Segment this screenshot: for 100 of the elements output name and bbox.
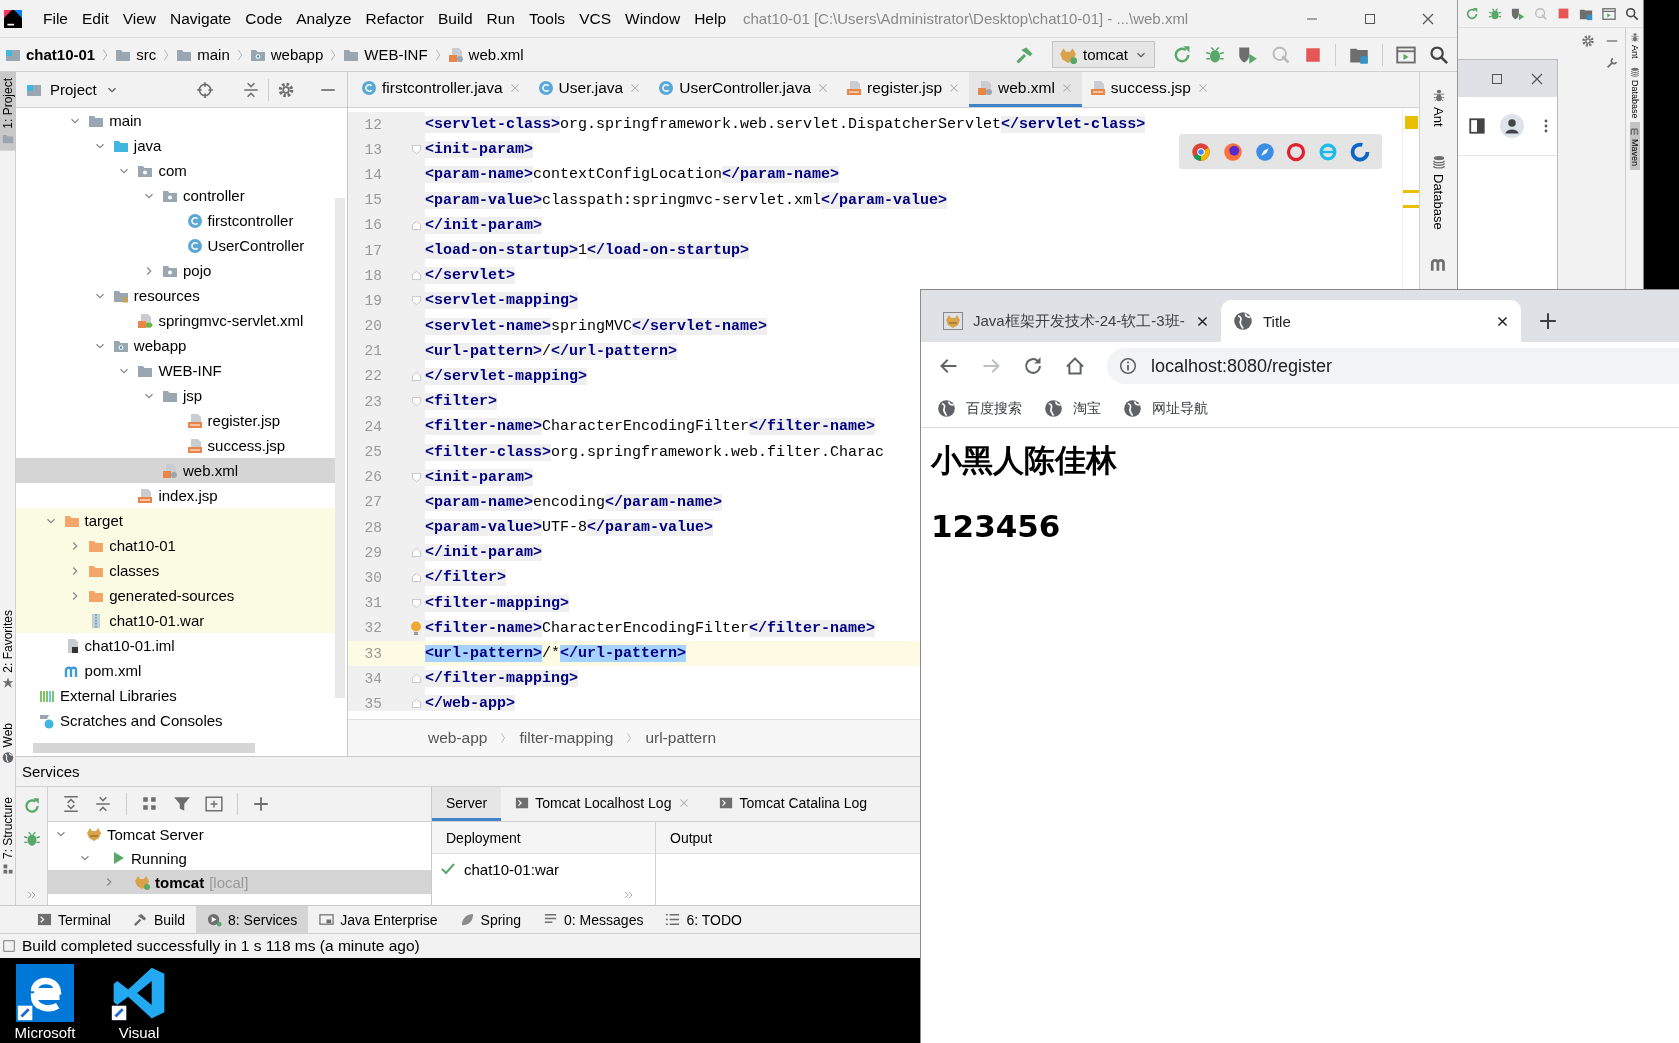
- bookmark[interactable]: 淘宝: [1044, 399, 1101, 418]
- tree-item[interactable]: classes: [16, 558, 335, 583]
- tool-window-tab[interactable]: Web: [0, 716, 16, 769]
- browser-tab[interactable]: Java框架开发技术-24-软工-3班-: [931, 300, 1221, 342]
- tree-item[interactable]: pom.xml: [16, 658, 335, 683]
- log-tab[interactable]: Tomcat Localhost Log: [501, 787, 706, 821]
- avatar-icon[interactable]: [1500, 114, 1524, 138]
- home-icon[interactable]: [1065, 356, 1085, 376]
- browser-icon[interactable]: [1350, 141, 1371, 162]
- browser-icon[interactable]: [1222, 141, 1243, 162]
- window-icon[interactable]: [1396, 44, 1416, 65]
- tree-item[interactable]: chat10-01: [16, 533, 335, 558]
- settings-icon[interactable]: [277, 80, 295, 99]
- menu-item[interactable]: Refactor: [358, 9, 432, 28]
- menu-item[interactable]: View: [115, 9, 164, 28]
- tree-item[interactable]: chat10-01.iml: [16, 633, 335, 658]
- tree-item[interactable]: target: [16, 508, 335, 533]
- refresh-icon[interactable]: [1465, 6, 1479, 21]
- bookmark[interactable]: 网址导航: [1123, 399, 1208, 418]
- stop-icon[interactable]: [1557, 7, 1570, 20]
- stop-icon[interactable]: [1304, 45, 1322, 64]
- run-config-dropdown[interactable]: tomcat: [1052, 41, 1155, 68]
- breadcrumb-item[interactable]: url-pattern: [645, 729, 717, 747]
- breadcrumb-item[interactable]: web-app: [428, 729, 488, 747]
- bookmark[interactable]: 百度搜索: [937, 399, 1022, 418]
- menu-item[interactable]: File: [36, 9, 75, 28]
- menu-item[interactable]: Help: [687, 9, 734, 28]
- breadcrumb-item[interactable]: WEB-INF: [340, 46, 431, 63]
- tool-window-button[interactable]: Spring: [448, 906, 533, 933]
- tool-window-tab[interactable]: Database: [1431, 150, 1446, 234]
- browser-icon[interactable]: [1286, 141, 1307, 162]
- tool-window-button[interactable]: 8: Services: [196, 906, 309, 933]
- sidebar-icon[interactable]: [1468, 117, 1486, 135]
- search-icon[interactable]: [1625, 6, 1639, 21]
- fold-icon[interactable]: [409, 696, 423, 711]
- add-pane-icon[interactable]: [205, 795, 223, 813]
- shortcut-label[interactable]: Microsoft: [14, 1024, 76, 1041]
- bug-icon[interactable]: [22, 830, 41, 848]
- tool-window-tab[interactable]: Maven: [1629, 122, 1640, 171]
- menu-item[interactable]: Code: [238, 9, 290, 28]
- tool-window-tab[interactable]: 1: Project: [0, 72, 16, 151]
- scrollbar[interactable]: [33, 743, 255, 753]
- log-tab[interactable]: Server: [432, 787, 502, 821]
- tree-item[interactable]: webapp: [16, 333, 335, 358]
- editor-tab[interactable]: web.xml: [969, 72, 1082, 107]
- tool-window-tab[interactable]: Ant: [1431, 84, 1446, 131]
- tree-item[interactable]: Running: [48, 846, 431, 870]
- tree-item[interactable]: tomcat [local]: [48, 870, 431, 894]
- breadcrumb-item[interactable]: filter-mapping: [519, 729, 614, 747]
- breadcrumb-item[interactable]: web.xml: [444, 46, 527, 63]
- tree-item[interactable]: chat10-01.war: [16, 608, 335, 633]
- refresh-icon[interactable]: [22, 797, 41, 815]
- tree-item[interactable]: register.jsp: [16, 408, 335, 433]
- more-icon[interactable]: [25, 889, 38, 901]
- more-icon[interactable]: [623, 889, 635, 901]
- menu-item[interactable]: Run: [479, 9, 522, 28]
- tree-item[interactable]: External Libraries: [16, 683, 335, 708]
- browser-icon[interactable]: [1254, 141, 1275, 162]
- editor-tab[interactable]: UserController.java: [650, 72, 839, 107]
- collapse-icon[interactable]: [242, 80, 260, 99]
- plus-icon[interactable]: [1539, 312, 1557, 330]
- log-tab[interactable]: Tomcat Catalina Log: [705, 787, 882, 821]
- breadcrumb-item[interactable]: src: [112, 46, 160, 63]
- status-icon[interactable]: [2, 939, 16, 953]
- tool-window-button[interactable]: 0: Messages: [532, 906, 655, 933]
- tree-item[interactable]: UserController: [16, 233, 335, 258]
- gauge-icon[interactable]: [1534, 6, 1548, 21]
- collapse-icon[interactable]: [94, 795, 112, 813]
- editor-tab[interactable]: register.jsp: [838, 72, 969, 107]
- expand-icon[interactable]: [62, 795, 80, 813]
- breadcrumb-item[interactable]: chat10-01: [2, 46, 99, 63]
- menu-item[interactable]: Analyze: [289, 9, 359, 28]
- tree-item[interactable]: Tomcat Server: [48, 822, 431, 846]
- tool-window-button[interactable]: Terminal: [26, 906, 122, 933]
- editor-tab[interactable]: User.java: [529, 72, 651, 107]
- plus-icon[interactable]: [252, 795, 270, 813]
- tool-window-button[interactable]: Build: [121, 906, 197, 933]
- address-bar[interactable]: localhost:8080/register: [1107, 348, 1679, 384]
- gauge-icon[interactable]: [1271, 44, 1291, 65]
- tool-window-tab[interactable]: Ant: [1629, 28, 1640, 63]
- tree-item[interactable]: springmvc-servlet.xml: [16, 308, 335, 333]
- refresh-icon[interactable]: [1172, 44, 1192, 65]
- tree-item[interactable]: Scratches and Consoles: [16, 708, 335, 733]
- menu-item[interactable]: VCS: [572, 9, 618, 28]
- panel-title[interactable]: Project: [50, 81, 97, 98]
- deployment-item[interactable]: chat10-01:war: [464, 860, 560, 878]
- menu-item[interactable]: Tools: [521, 9, 573, 28]
- bug-icon[interactable]: [1488, 6, 1502, 21]
- settings-icon[interactable]: [1581, 34, 1595, 48]
- menu-item[interactable]: Window: [618, 9, 688, 28]
- tree-item[interactable]: jsp: [16, 383, 335, 408]
- tree-item[interactable]: firstcontroller: [16, 208, 335, 233]
- tool-window-tab[interactable]: 2: Favorites: [0, 603, 16, 695]
- menu-item[interactable]: Edit: [75, 9, 116, 28]
- bug-icon[interactable]: [1205, 44, 1225, 65]
- reload-icon[interactable]: [1023, 356, 1043, 376]
- breadcrumb-item[interactable]: main: [173, 46, 233, 63]
- tree-item[interactable]: web.xml: [16, 458, 335, 483]
- tool-window-tab[interactable]: 7: Structure: [0, 790, 16, 881]
- close-icon[interactable]: [1496, 314, 1509, 328]
